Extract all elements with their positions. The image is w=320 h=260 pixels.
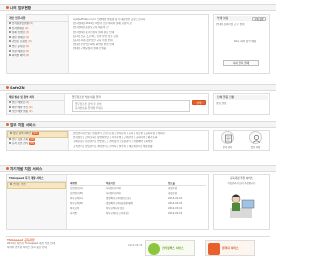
doc-icon	[9, 54, 11, 57]
remote-icon	[208, 243, 220, 255]
side-item: [부재] 김대리님 근무 상태	[216, 23, 245, 26]
table-cell: 2014.03.01	[168, 212, 183, 215]
table-cell: 직무교육(보고서작성)	[106, 212, 129, 215]
support-service-icon[interactable]	[249, 131, 262, 144]
side-title: 전체 알림 현황	[215, 95, 268, 100]
remote-banner[interactable]: 원격지 서비스	[205, 240, 255, 256]
lock-icon	[9, 142, 11, 145]
table-row[interactable]: 자격증 직무교육(보고서작성) 2014.03.01	[70, 211, 206, 216]
section1-list: xyz@vflideo.co.kr 스팸메일 발송량 증가 대응방안 공유드립니…	[73, 18, 205, 52]
section2-menu-header: 메일 발송 및 첨부 처리	[7, 94, 64, 101]
icon2-caption: 업무 지원	[250, 146, 261, 149]
menu-item[interactable]: 회의실 예약 (0)	[7, 54, 68, 59]
menu-item[interactable]: 보안 메일 발송 (0)	[7, 110, 64, 115]
mail-icon	[9, 101, 11, 103]
section1-title: 나의 업무현황	[6, 6, 31, 11]
section1-header-bar	[0, 4, 276, 11]
bullet-icon	[6, 86, 9, 89]
absence-setting-button[interactable]: 부재 설정	[252, 16, 266, 21]
section4-menu: Thinspeed 자기 개발 서비스 스마트 학습	[7, 175, 67, 229]
notice-date: 2014.06.30	[128, 244, 143, 247]
doc-icon	[9, 31, 11, 34]
section3-menu: 정보 검색 서비스 (25) 업무 요청 조회 (10) 문서 보안 관리 (5…	[7, 131, 69, 150]
document-manage-icon[interactable]	[221, 131, 234, 144]
doc-icon	[9, 26, 11, 29]
course-table: 과정명 학습기간 진도율 신입연수(A) 사내연수(1차) 과정수강 신입연수(…	[70, 181, 206, 216]
remote-banner-label: 원격지 서비스	[222, 246, 239, 250]
side-caption: 학습관리자 님이 추천합니다	[227, 182, 256, 185]
doc-icon	[9, 22, 11, 24]
approval-link-button[interactable]: 사내 전자 결재	[223, 60, 259, 66]
note-text: 문서번호를 입력해 주세요	[75, 107, 103, 110]
book-icon	[10, 183, 12, 185]
section4-menu-header: Thinspeed 자기 개발 서비스	[7, 175, 66, 182]
note-textarea[interactable]: 업무협조전 검색 후 선택 문서번호를 입력해 주세요	[72, 100, 190, 112]
column-header: 학습기간	[106, 182, 116, 185]
side-caption: 10시 회의 참석 예정	[233, 40, 257, 43]
section2-title: SafeZN	[6, 86, 25, 90]
section5-title: Thinspeed 공지사항	[7, 237, 35, 242]
list-item[interactable]: [결재] 구매요청서 결재 진행중	[73, 47, 205, 51]
notice-item[interactable]: 사이버 연수원 서비스 일시 중단 안내	[7, 246, 127, 250]
bullet-icon	[6, 6, 9, 9]
section3-title: 업무 지원 서비스	[6, 123, 36, 128]
column-header: 과정명	[70, 182, 77, 185]
section4-title: 자기개발 지원 서비스	[6, 167, 42, 172]
section3-header-bar	[0, 121, 276, 128]
menu-item[interactable]: 문서 보안 관리 (55)	[7, 142, 68, 147]
side-item[interactable]: 알림 설정	[216, 102, 266, 106]
fax-icon	[148, 243, 160, 255]
icon1-caption: 문서 관리	[222, 146, 233, 149]
link-row[interactable]: 고객관리 | 영업관리 | 계약관리 | 견적서 | 발주서 | 세금계산서 |…	[73, 145, 205, 149]
notice-list: 2014년 상반기 Thinspeed 개선 작업 안내 사이버 연수원 서비스…	[7, 242, 127, 250]
section1-menu-header: 개인 업무사항	[7, 15, 68, 22]
doc-icon	[9, 44, 11, 47]
bullet-icon	[6, 123, 9, 126]
section1-menu: 개인 업무사항 임직원출입현황 (0) 전자결재함 (0) 결재 진행함 (3)…	[7, 15, 69, 73]
doc-icon	[9, 49, 11, 52]
mail-icon	[9, 110, 11, 113]
section2-menu: 메일 발송 및 첨부 처리 받은 메일함 (0) 외부 메일 수신 (0) 보안…	[7, 94, 65, 114]
side-title: 교육과정 추천 서비스	[229, 177, 254, 180]
doc-icon	[9, 35, 11, 38]
fax-banner[interactable]: 인터넷팩스 서비스	[145, 240, 195, 256]
menu-item-selected[interactable]: 정보 검색 서비스 (25)	[7, 131, 68, 138]
list-icon	[9, 137, 11, 140]
search-icon	[10, 132, 12, 134]
section2-header-bar	[0, 84, 276, 91]
column-header: 진도율	[168, 182, 175, 185]
doc-icon	[9, 40, 11, 43]
fax-banner-label: 인터넷팩스 서비스	[162, 246, 184, 250]
table-cell: 자격증	[70, 212, 77, 215]
section3-list: 협업관리시스템 | 일정관리 | 업무요청 | 전자문서 | 교육 | 자료실 …	[73, 132, 205, 149]
mail-icon	[9, 105, 11, 108]
person-illustration-icon	[226, 190, 256, 220]
menu-item-selected[interactable]: 스마트 학습	[7, 182, 66, 189]
bullet-icon	[6, 167, 9, 170]
note-label: 업무협조전 작성 내용 입력	[72, 96, 101, 99]
note-search-button[interactable]: 검색	[192, 100, 206, 105]
